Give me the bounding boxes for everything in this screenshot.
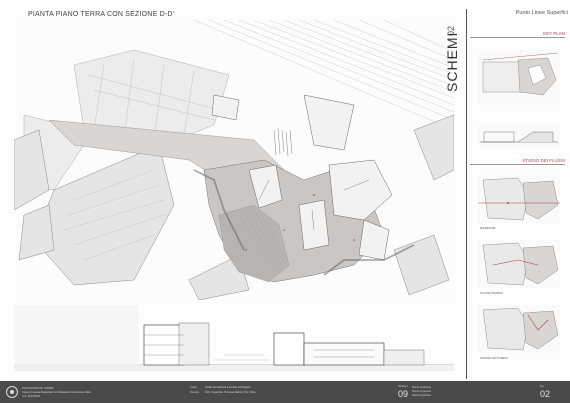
caption-day-flow: FLUSSO DIURNO: [480, 291, 503, 295]
caption-night-flow: FLUSSO NOTTURNO: [480, 356, 508, 360]
flow-diagram-day: [478, 240, 560, 288]
table-number: 02: [540, 389, 551, 399]
key-plan-header: KEY PLAN: [470, 31, 565, 38]
section-label: SCHEMI: [444, 31, 460, 92]
vertical-divider: [466, 9, 467, 379]
student-2: Nome Cognome: [412, 390, 431, 393]
project-name: Punto Linee Superfici: [515, 10, 568, 16]
course-label: Corso: [190, 386, 197, 389]
university-logo-icon: [6, 386, 18, 398]
flows-header: STUDIO DEI FLUSSI: [470, 158, 565, 165]
teachers-label: Docenti: [190, 391, 199, 394]
section-number: 02: [446, 25, 456, 36]
student-1: Nome Cognome: [412, 386, 431, 389]
caption-reception: RICEZIONE: [480, 226, 496, 230]
course-text: Atelier Architettura e Ambito di Progett…: [205, 386, 251, 389]
section-drawing: [14, 305, 454, 371]
flow-diagram-reception: [478, 175, 560, 223]
page-title: PIANTA PIANO TERRA CON SEZIONE D-D': [28, 11, 175, 18]
table-label: Tav.: [540, 385, 545, 388]
key-plan-drawing: [478, 50, 560, 105]
flow-diagram-night: [478, 305, 560, 353]
school-name: POLITECNICO DI TORINO: [22, 387, 54, 390]
students-label: Studenti: [398, 385, 408, 388]
teachers-text: Prof. Cosentino, Prof.ssa Mazza, Prof. P…: [205, 391, 256, 394]
section-diagram-drawing: [478, 124, 560, 146]
presentation-sheet: PIANTA PIANO TERRA CON SEZIONE D-D' Scal…: [0, 0, 570, 403]
footer-bar: POLITECNICO DI TORINO Corso di Laurea Ma…: [0, 381, 570, 403]
school-course: Corso di Laurea Magistrale in Architettu…: [22, 391, 91, 394]
academic-year: A.A. 2017/2018: [22, 395, 40, 398]
student-3: Nome Cognome: [412, 394, 431, 397]
group-number: 09: [398, 389, 409, 399]
section-heading: SCHEMI 02: [442, 12, 464, 122]
site-plan-drawing: [14, 20, 454, 300]
